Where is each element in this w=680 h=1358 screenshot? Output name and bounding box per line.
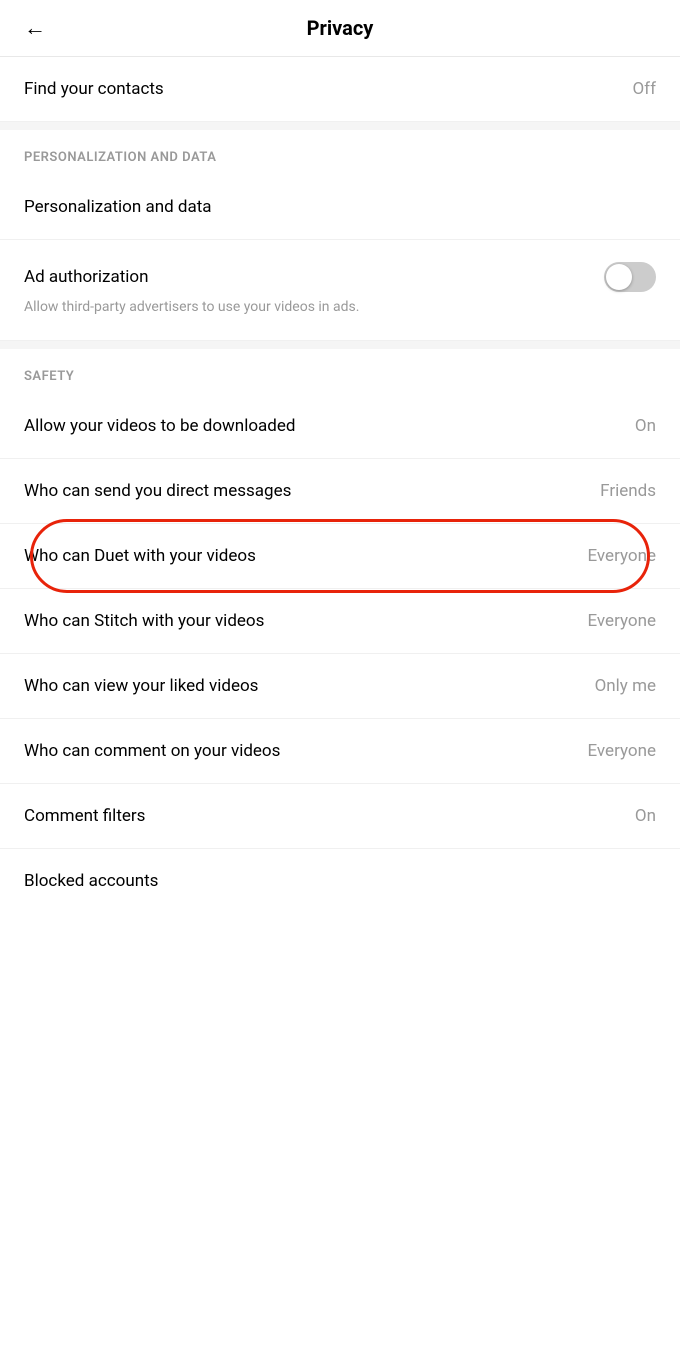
liked-videos-value: Only me [595,676,656,696]
section-header-safety: SAFETY [0,349,680,394]
section-header-personalization: PERSONALIZATION AND DATA [0,130,680,175]
comments-label: Who can comment on your videos [24,741,280,761]
section-divider-2 [0,341,680,349]
content: Find your contacts Off PERSONALIZATION A… [0,57,680,913]
header: ← Privacy [0,0,680,57]
direct-messages-label: Who can send you direct messages [24,481,291,501]
section-divider-1 [0,122,680,130]
personalization-data-label: Personalization and data [24,197,212,217]
allow-downloads-value: On [635,416,656,436]
duet-value: Everyone [587,546,656,566]
ad-authorization-toggle[interactable] [604,262,656,292]
back-button[interactable]: ← [20,11,50,45]
allow-downloads-row[interactable]: Allow your videos to be downloaded On [0,394,680,459]
ad-auth-top: Ad authorization [24,262,656,292]
comment-filters-value: On [635,806,656,826]
allow-downloads-label: Allow your videos to be downloaded [24,416,295,436]
duet-row[interactable]: Who can Duet with your videos Everyone [0,524,680,589]
direct-messages-row[interactable]: Who can send you direct messages Friends [0,459,680,524]
stitch-row[interactable]: Who can Stitch with your videos Everyone [0,589,680,654]
comments-row[interactable]: Who can comment on your videos Everyone [0,719,680,784]
stitch-label: Who can Stitch with your videos [24,611,264,631]
find-contacts-value: Off [632,79,656,99]
comment-filters-row[interactable]: Comment filters On [0,784,680,849]
ad-auth-toggle-container [604,262,656,292]
liked-videos-row[interactable]: Who can view your liked videos Only me [0,654,680,719]
liked-videos-label: Who can view your liked videos [24,676,258,696]
personalization-data-row[interactable]: Personalization and data [0,175,680,240]
stitch-value: Everyone [587,611,656,631]
page-title: Privacy [307,16,374,40]
find-contacts-row[interactable]: Find your contacts Off [0,57,680,122]
find-contacts-label: Find your contacts [24,79,164,99]
ad-authorization-label: Ad authorization [24,267,149,287]
blocked-accounts-label: Blocked accounts [24,871,158,891]
comment-filters-label: Comment filters [24,806,145,826]
ad-authorization-description: Allow third-party advertisers to use you… [24,298,656,318]
duet-label: Who can Duet with your videos [24,546,256,566]
ad-authorization-row[interactable]: Ad authorization Allow third-party adver… [0,240,680,341]
direct-messages-value: Friends [600,481,656,501]
toggle-knob [606,264,632,290]
comments-value: Everyone [587,741,656,761]
blocked-accounts-row[interactable]: Blocked accounts [0,849,680,913]
